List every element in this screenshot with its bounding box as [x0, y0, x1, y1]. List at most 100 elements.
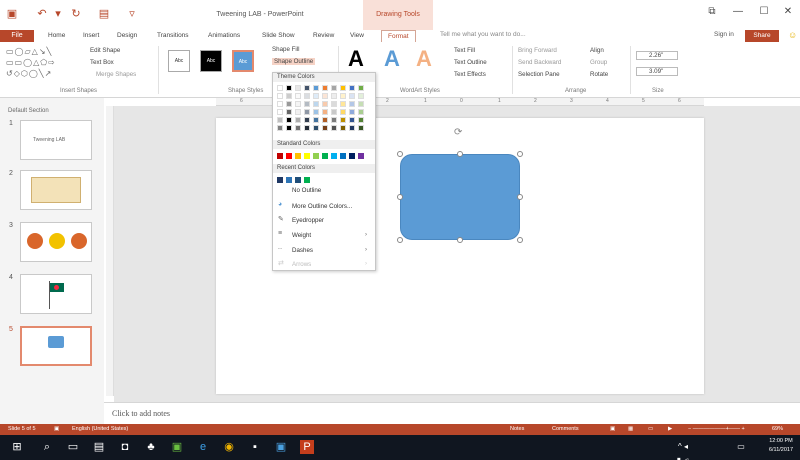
theme-color-swatch[interactable] [358, 101, 364, 107]
powerpoint-taskbar-icon[interactable]: P [300, 440, 314, 454]
text-effects-button[interactable]: Text Effects [454, 71, 486, 78]
theme-color-swatch[interactable] [340, 93, 346, 99]
notes-toggle[interactable]: Notes [510, 424, 524, 435]
theme-color-swatch[interactable] [286, 117, 292, 123]
theme-color-swatch[interactable] [304, 93, 310, 99]
resize-handle[interactable] [517, 194, 523, 200]
align-button[interactable]: Align [590, 47, 604, 54]
notes-pane[interactable] [104, 402, 800, 424]
weight-option[interactable]: Weight [292, 232, 311, 239]
theme-color-swatch[interactable] [322, 101, 328, 107]
edge-icon[interactable]: e [196, 440, 210, 454]
slide-thumbnail-4[interactable] [20, 274, 92, 314]
theme-color-swatch[interactable] [286, 109, 292, 115]
standard-color-swatch[interactable] [349, 153, 355, 159]
app-icon[interactable]: ▪ [248, 440, 262, 454]
shape-outline-button[interactable]: Shape Outline [272, 58, 316, 65]
dashes-option[interactable]: Dashes [292, 247, 313, 254]
theme-color-swatch[interactable] [331, 85, 337, 91]
slide-show-icon[interactable]: ▶ [668, 424, 672, 435]
theme-color-swatch[interactable] [286, 125, 292, 131]
theme-color-swatch[interactable] [331, 125, 337, 131]
wordart-style-black[interactable]: A [348, 46, 364, 72]
close-button[interactable]: ✕ [780, 6, 796, 20]
standard-color-swatch[interactable] [286, 153, 292, 159]
notification-icon[interactable]: ▭ [734, 440, 748, 454]
shape-width-field[interactable]: 3.09" [636, 67, 679, 76]
theme-color-swatch[interactable] [304, 117, 310, 123]
slide-thumbnail-1[interactable]: Tweening LAB [20, 120, 92, 160]
theme-color-swatch[interactable] [295, 85, 301, 91]
theme-color-swatch[interactable] [349, 125, 355, 131]
send-backward-button[interactable]: Send Backward [518, 59, 561, 66]
ribbon-display-options-icon[interactable]: ⧉ [704, 6, 720, 20]
reading-view-icon[interactable]: ▭ [648, 424, 653, 435]
customize-qat-icon[interactable]: ▿ [126, 8, 138, 20]
chrome-icon[interactable]: ◉ [222, 440, 236, 454]
recent-color-swatch[interactable] [286, 177, 292, 183]
theme-color-swatch[interactable] [358, 85, 364, 91]
bring-forward-button[interactable]: Bring Forward [518, 47, 557, 54]
tab-review[interactable]: Review [313, 30, 334, 42]
language-indicator[interactable]: English (United States) [72, 424, 128, 435]
theme-color-swatch[interactable] [286, 101, 292, 107]
theme-color-swatch[interactable] [349, 85, 355, 91]
app-icon[interactable]: ▣ [274, 440, 288, 454]
theme-color-swatch[interactable] [304, 109, 310, 115]
text-fill-button[interactable]: Text Fill [454, 47, 475, 54]
theme-color-swatch[interactable] [295, 109, 301, 115]
normal-view-icon[interactable]: ▣ [610, 424, 615, 435]
edit-shape-button[interactable]: Edit Shape [90, 47, 120, 54]
undo-icon[interactable]: ↶ [36, 8, 48, 20]
theme-color-swatch[interactable] [304, 85, 310, 91]
theme-color-swatch[interactable] [286, 85, 292, 91]
tab-animations[interactable]: Animations [208, 30, 240, 42]
standard-color-swatch[interactable] [304, 153, 310, 159]
text-box-button[interactable]: Text Box [90, 59, 114, 66]
recent-color-swatch[interactable] [295, 177, 301, 183]
theme-color-swatch[interactable] [277, 125, 283, 131]
theme-color-swatch[interactable] [304, 101, 310, 107]
theme-color-swatch[interactable] [313, 85, 319, 91]
tab-transitions[interactable]: Transitions [157, 30, 189, 42]
spell-check-icon[interactable]: ▣ [54, 424, 59, 435]
theme-color-swatch[interactable] [358, 93, 364, 99]
theme-color-swatch[interactable] [295, 101, 301, 107]
file-explorer-icon[interactable]: ▤ [92, 440, 106, 454]
wordart-style-orange[interactable]: A [416, 46, 432, 72]
theme-color-swatch[interactable] [358, 109, 364, 115]
text-outline-button[interactable]: Text Outline [454, 59, 487, 66]
theme-color-swatch[interactable] [277, 109, 283, 115]
theme-color-swatch[interactable] [277, 93, 283, 99]
selection-pane-button[interactable]: Selection Pane [518, 71, 560, 78]
theme-color-swatch[interactable] [349, 101, 355, 107]
shape-height-field[interactable]: 2.26" [636, 51, 679, 60]
task-view-icon[interactable]: ▭ [66, 440, 80, 454]
standard-color-swatch[interactable] [331, 153, 337, 159]
standard-color-swatch[interactable] [358, 153, 364, 159]
theme-color-swatch[interactable] [340, 125, 346, 131]
maximize-button[interactable]: ☐ [756, 6, 772, 20]
save-icon[interactable]: ▣ [6, 8, 18, 20]
tab-home[interactable]: Home [48, 30, 65, 42]
shape-style-white[interactable]: Abc [168, 50, 190, 72]
system-tray-icons[interactable]: ^ ◂ ▮ ♫ [676, 440, 690, 460]
theme-color-swatch[interactable] [340, 101, 346, 107]
theme-color-swatch[interactable] [304, 125, 310, 131]
merge-shapes-button[interactable]: Merge Shapes [96, 71, 136, 78]
theme-color-swatch[interactable] [313, 93, 319, 99]
tab-format[interactable]: Format [381, 30, 416, 42]
theme-color-swatch[interactable] [322, 93, 328, 99]
start-from-beginning-icon[interactable]: ▤ [98, 8, 110, 20]
shape-fill-button[interactable]: Shape Fill [272, 46, 300, 53]
shape-style-blue[interactable]: Abc [232, 50, 254, 72]
slide-sorter-icon[interactable]: ▦ [628, 424, 633, 435]
section-header[interactable]: Default Section [8, 108, 49, 114]
theme-color-swatch[interactable] [349, 109, 355, 115]
theme-color-swatch[interactable] [277, 85, 283, 91]
eyedropper-option[interactable]: Eyedropper [292, 217, 324, 224]
theme-color-swatch[interactable] [340, 85, 346, 91]
group-button[interactable]: Group [590, 59, 607, 66]
theme-color-swatch[interactable] [340, 117, 346, 123]
taskbar-clock[interactable]: 12:00 PM 6/11/2017 [762, 437, 800, 455]
